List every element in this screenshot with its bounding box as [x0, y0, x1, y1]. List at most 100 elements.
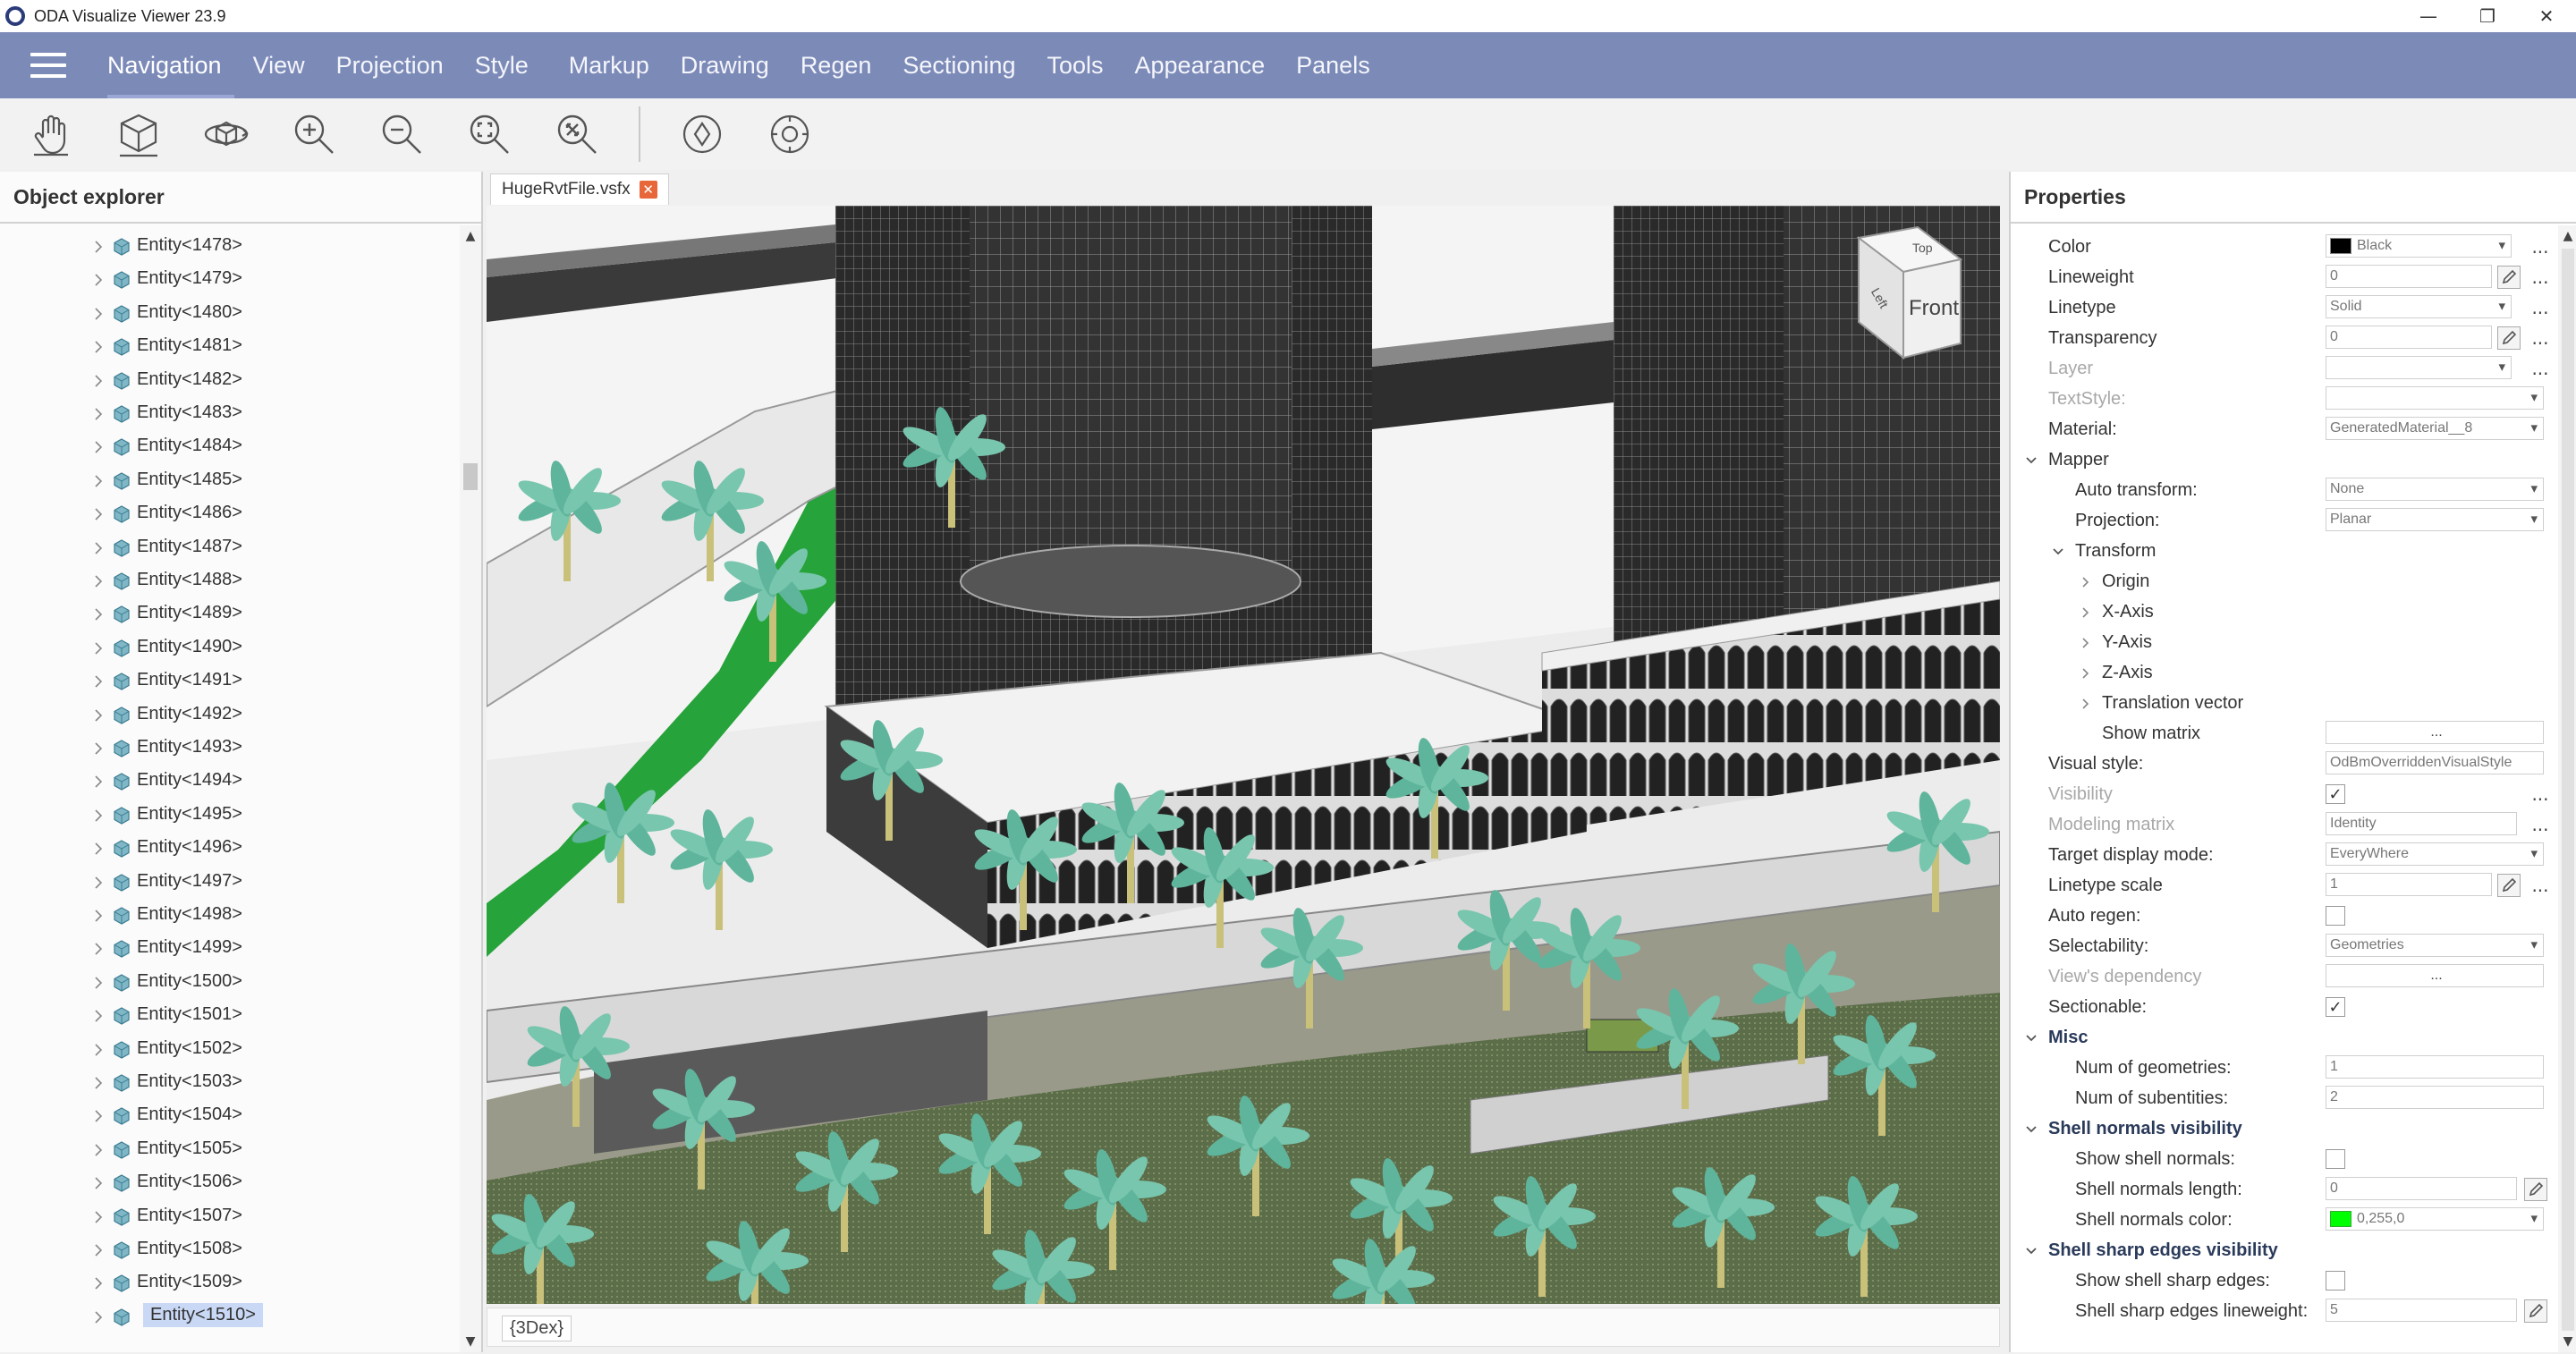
shell-sharp-edges-lineweight-field[interactable]: 5	[2326, 1299, 2517, 1322]
target-display-mode-dropdown[interactable]: EveryWhere	[2326, 842, 2544, 866]
scroll-down-icon[interactable]: ▼	[460, 1333, 481, 1350]
auto-regen-checkbox[interactable]	[2326, 906, 2345, 926]
shell-normals-color-dropdown[interactable]: 0,255,0	[2326, 1207, 2544, 1231]
tree-item[interactable]: Entity<1498>	[0, 900, 458, 933]
modeling-matrix-field[interactable]: Identity	[2326, 812, 2517, 835]
tree-item[interactable]: Entity<1485>	[0, 465, 458, 498]
orbit-icon[interactable]	[200, 108, 252, 160]
tree-item[interactable]: Entity<1484>	[0, 431, 458, 464]
tree-item[interactable]: Entity<1500>	[0, 967, 458, 1000]
color-more-button[interactable]: ...	[2529, 235, 2551, 258]
shell-normals-length-field[interactable]: 0	[2326, 1177, 2517, 1200]
menu-panels[interactable]: Panels	[1296, 52, 1370, 80]
chevron-right-icon[interactable]	[2077, 605, 2093, 621]
pencil-edit-icon[interactable]	[2497, 326, 2521, 350]
menu-style[interactable]: Style	[475, 52, 529, 80]
menu-projection[interactable]: Projection	[336, 52, 444, 80]
menu-markup[interactable]: Markup	[569, 52, 649, 80]
modeling-matrix-more-button[interactable]: ...	[2529, 813, 2551, 836]
chevron-right-icon[interactable]	[89, 1074, 107, 1092]
layer-more-button[interactable]: ...	[2529, 357, 2551, 380]
chevron-right-icon[interactable]	[89, 874, 107, 892]
chevron-right-icon[interactable]	[89, 372, 107, 390]
num-subentities-field[interactable]: 2	[2326, 1086, 2544, 1109]
pencil-edit-icon[interactable]	[2524, 1299, 2547, 1323]
tree-item[interactable]: Entity<1510>	[0, 1301, 458, 1334]
zoom-extents-icon[interactable]	[551, 108, 603, 160]
transparency-more-button[interactable]: ...	[2529, 326, 2551, 350]
prop-mapper-group[interactable]: Mapper	[2011, 445, 2556, 476]
tree-item[interactable]: Entity<1488>	[0, 565, 458, 598]
show-shell-normals-checkbox[interactable]	[2326, 1149, 2345, 1169]
prop-x-axis[interactable]: X-Axis	[2011, 597, 2556, 628]
scroll-down-icon[interactable]: ▼	[2558, 1333, 2576, 1350]
linetype-more-button[interactable]: ...	[2529, 296, 2551, 319]
chevron-right-icon[interactable]	[89, 907, 107, 925]
pencil-edit-icon[interactable]	[2497, 874, 2521, 897]
chevron-right-icon[interactable]	[89, 673, 107, 690]
tree-item[interactable]: Entity<1492>	[0, 699, 458, 732]
tree-item[interactable]: Entity<1506>	[0, 1167, 458, 1200]
turntable-icon[interactable]	[764, 108, 816, 160]
tree-item[interactable]: Entity<1495>	[0, 800, 458, 833]
walk-icon[interactable]	[676, 108, 728, 160]
chevron-right-icon[interactable]	[89, 572, 107, 590]
prop-z-axis[interactable]: Z-Axis	[2011, 658, 2556, 689]
tree-item[interactable]: Entity<1497>	[0, 867, 458, 900]
chevron-right-icon[interactable]	[89, 773, 107, 791]
tree-item[interactable]: Entity<1501>	[0, 1000, 458, 1033]
prop-transform-group[interactable]: Transform	[2011, 537, 2556, 567]
sectionable-checkbox[interactable]: ✓	[2326, 997, 2345, 1017]
pencil-edit-icon[interactable]	[2524, 1178, 2547, 1201]
linetype-scale-more-button[interactable]: ...	[2529, 874, 2551, 897]
menu-regen[interactable]: Regen	[801, 52, 872, 80]
prop-shell-sharp-edges-group[interactable]: Shell sharp edges visibility	[2011, 1236, 2556, 1266]
chevron-right-icon[interactable]	[89, 438, 107, 456]
chevron-right-icon[interactable]	[89, 707, 107, 724]
zoom-out-icon[interactable]	[376, 108, 428, 160]
chevron-right-icon[interactable]	[89, 940, 107, 958]
tree-item[interactable]: Entity<1491>	[0, 665, 458, 698]
chevron-down-icon[interactable]	[2023, 1121, 2039, 1138]
viewcube-front-label[interactable]: Front	[1909, 296, 1959, 320]
tree-item[interactable]: Entity<1505>	[0, 1134, 458, 1167]
chevron-right-icon[interactable]	[89, 639, 107, 657]
auto-transform-dropdown[interactable]: None	[2326, 478, 2544, 501]
tree-item[interactable]: Entity<1486>	[0, 498, 458, 531]
chevron-right-icon[interactable]	[89, 740, 107, 757]
chevron-right-icon[interactable]	[89, 1308, 107, 1326]
prop-y-axis[interactable]: Y-Axis	[2011, 628, 2556, 658]
visibility-checkbox[interactable]: ✓	[2326, 784, 2345, 804]
chevron-right-icon[interactable]	[89, 238, 107, 256]
chevron-right-icon[interactable]	[2077, 696, 2093, 712]
minimize-button[interactable]: —	[2399, 0, 2458, 32]
num-geometries-field[interactable]: 1	[2326, 1055, 2544, 1079]
material-dropdown[interactable]: GeneratedMaterial__8	[2326, 417, 2544, 440]
tree-item[interactable]: Entity<1509>	[0, 1267, 458, 1300]
projection-dropdown[interactable]: Planar	[2326, 508, 2544, 531]
selectability-dropdown[interactable]: Geometries	[2326, 934, 2544, 957]
menu-sectioning[interactable]: Sectioning	[902, 52, 1015, 80]
chevron-right-icon[interactable]	[89, 1041, 107, 1059]
tree-item[interactable]: Entity<1478>	[0, 231, 458, 264]
show-shell-sharp-edges-checkbox[interactable]	[2326, 1271, 2345, 1291]
linetype-scale-field[interactable]: 1	[2326, 873, 2492, 896]
tree-item[interactable]: Entity<1494>	[0, 766, 458, 799]
tree-item[interactable]: Entity<1508>	[0, 1234, 458, 1267]
hamburger-menu-icon[interactable]	[30, 53, 66, 78]
properties-scrollbar[interactable]: ▲ ▼	[2558, 225, 2576, 1352]
chevron-right-icon[interactable]	[2077, 665, 2093, 681]
chevron-right-icon[interactable]	[89, 505, 107, 523]
zoom-window-icon[interactable]	[463, 108, 515, 160]
chevron-right-icon[interactable]	[89, 1141, 107, 1159]
tree-item[interactable]: Entity<1493>	[0, 732, 458, 766]
document-tab[interactable]: HugeRvtFile.vsfx ✕	[490, 173, 669, 205]
3d-box-icon[interactable]	[113, 108, 165, 160]
chevron-right-icon[interactable]	[89, 338, 107, 356]
visibility-more-button[interactable]: ...	[2529, 783, 2551, 806]
tree-item[interactable]: Entity<1503>	[0, 1067, 458, 1100]
restore-button[interactable]: ❐	[2458, 0, 2517, 32]
prop-origin[interactable]: Origin	[2011, 567, 2556, 597]
layer-dropdown[interactable]	[2326, 356, 2512, 379]
menu-drawing[interactable]: Drawing	[681, 52, 769, 80]
